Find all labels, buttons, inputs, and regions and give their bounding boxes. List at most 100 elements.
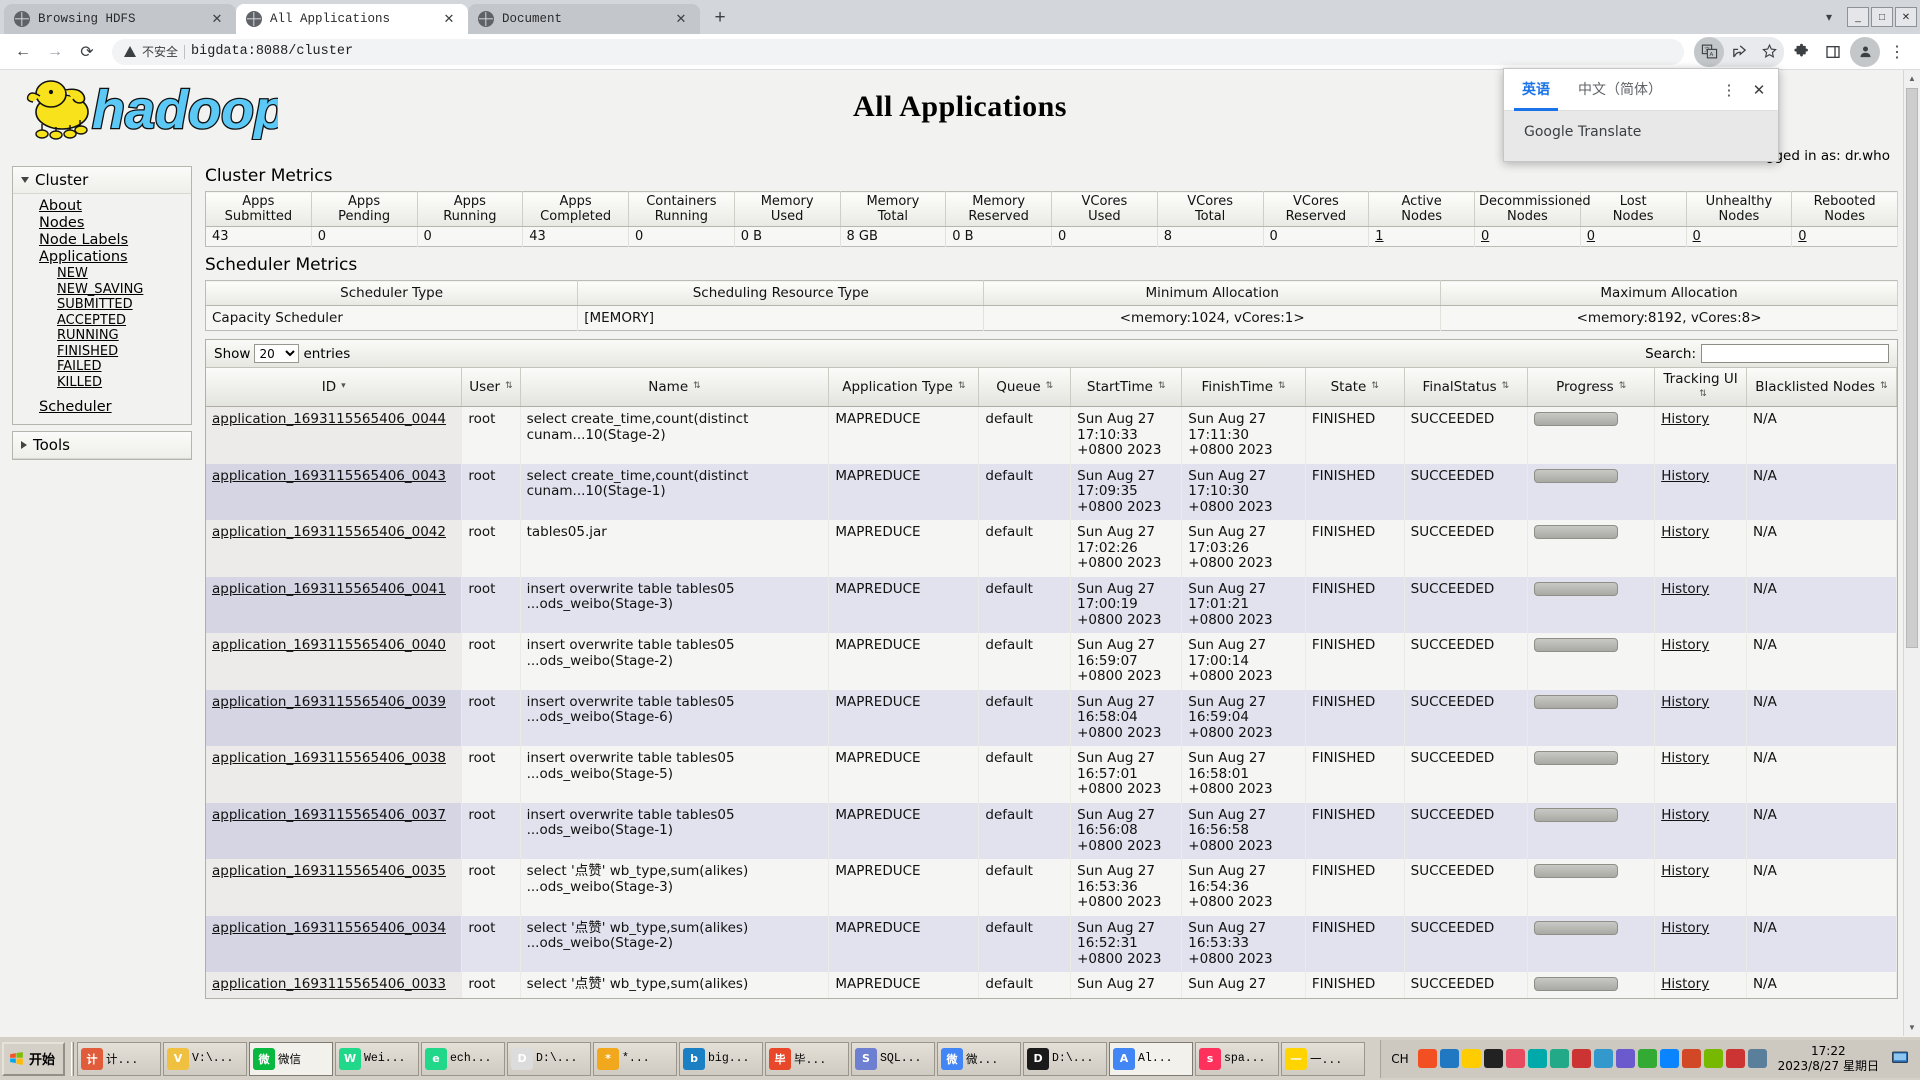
history-link[interactable]: History (1661, 976, 1709, 992)
sidebar-item-node-labels[interactable]: Node Labels (13, 232, 191, 249)
application-id-link[interactable]: application_1693115565406_0042 (212, 524, 446, 540)
col-state[interactable]: State⇅ (1305, 368, 1404, 407)
sidebar-cluster-header[interactable]: Cluster (13, 167, 191, 194)
application-id-link[interactable]: application_1693115565406_0033 (212, 976, 446, 992)
taskbar-item-1[interactable]: VV:\... (163, 1042, 247, 1076)
translate-options-menu-icon[interactable]: ⋮ (1714, 69, 1744, 111)
start-button[interactable]: 开始 (2, 1042, 65, 1076)
metric-link[interactable]: 1 (1375, 229, 1383, 244)
nvidia-icon[interactable] (1704, 1049, 1723, 1068)
taskbar-item-6[interactable]: **... (593, 1042, 677, 1076)
col-tracking-ui[interactable]: Tracking UI⇅ (1655, 368, 1747, 407)
close-icon[interactable]: ✕ (672, 10, 690, 28)
sidebar-item-new[interactable]: NEW (13, 266, 191, 282)
taskbar-item-2[interactable]: 微微信 (249, 1042, 333, 1076)
share-icon[interactable] (1724, 37, 1754, 67)
col-user[interactable]: User⇅ (462, 368, 520, 407)
history-link[interactable]: History (1661, 581, 1709, 597)
application-id-link[interactable]: application_1693115565406_0044 (212, 411, 446, 427)
sidebar-item-scheduler[interactable]: Scheduler (13, 399, 191, 416)
taskbar-item-7[interactable]: bbig... (679, 1042, 763, 1076)
search-input[interactable] (1701, 344, 1889, 363)
history-link[interactable]: History (1661, 468, 1709, 484)
extensions-puzzle-icon[interactable] (1786, 37, 1816, 67)
close-window-button[interactable]: ✕ (1895, 7, 1917, 27)
new-tab-button[interactable]: + (706, 4, 734, 32)
music-note-icon[interactable] (1462, 1049, 1481, 1068)
taskbar-item-14[interactable]: 一一... (1281, 1042, 1365, 1076)
metric-link[interactable]: 0 (1693, 229, 1701, 244)
reload-icon[interactable]: ⟳ (72, 37, 102, 67)
taskbar-item-0[interactable]: 计计... (77, 1042, 161, 1076)
cell-lost-nodes[interactable]: 0 (1580, 227, 1686, 247)
ime-indicator[interactable]: CH (1385, 1052, 1414, 1066)
qq-penguin-icon[interactable] (1484, 1049, 1503, 1068)
history-link[interactable]: History (1661, 750, 1709, 766)
taskbar-item-10[interactable]: 微微... (937, 1042, 1021, 1076)
cloud-icon[interactable] (1660, 1049, 1679, 1068)
forward-arrow-icon[interactable]: → (40, 37, 70, 67)
history-link[interactable]: History (1661, 694, 1709, 710)
application-id-link[interactable]: application_1693115565406_0034 (212, 920, 446, 936)
clock[interactable]: 17:22 2023/8/27 星期日 (1770, 1044, 1887, 1074)
metric-link[interactable]: 0 (1481, 229, 1489, 244)
cell-active-nodes[interactable]: 1 (1369, 227, 1475, 247)
taskbar-item-12[interactable]: AAl... (1109, 1042, 1193, 1076)
cell-unhealthy-nodes[interactable]: 0 (1686, 227, 1792, 247)
chrome-menu-icon[interactable]: ⋮ (1882, 37, 1912, 67)
metric-link[interactable]: 0 (1587, 229, 1595, 244)
back-arrow-icon[interactable]: ← (8, 37, 38, 67)
taskbar-item-5[interactable]: DD:\... (507, 1042, 591, 1076)
sogou-ime-icon[interactable] (1418, 1049, 1437, 1068)
taskbar-item-3[interactable]: WWei... (335, 1042, 419, 1076)
application-id-link[interactable]: application_1693115565406_0041 (212, 581, 446, 597)
browser-tab-2[interactable]: Document ✕ (468, 4, 700, 34)
col-progress[interactable]: Progress⇅ (1528, 368, 1655, 407)
col-starttime[interactable]: StartTime⇅ (1071, 368, 1182, 407)
show-desktop-button[interactable] (1890, 1049, 1912, 1069)
tab-list-chevron-icon[interactable]: ▾ (1812, 10, 1846, 24)
qq-penguin-icon[interactable] (1528, 1049, 1547, 1068)
window-share-icon[interactable] (1594, 1049, 1613, 1068)
bookmark-star-icon[interactable] (1754, 37, 1784, 67)
application-id-link[interactable]: application_1693115565406_0038 (212, 750, 446, 766)
page-scrollbar[interactable]: ▲ ▼ (1903, 70, 1920, 1036)
qq-penguin-icon[interactable] (1506, 1049, 1525, 1068)
close-icon[interactable]: ✕ (1744, 69, 1774, 111)
col-finalstatus[interactable]: FinalStatus⇅ (1404, 368, 1528, 407)
qq-penguin-icon[interactable] (1550, 1049, 1569, 1068)
col-finishtime[interactable]: FinishTime⇅ (1182, 368, 1306, 407)
application-id-link[interactable]: application_1693115565406_0040 (212, 637, 446, 653)
tencent-shield-icon[interactable] (1440, 1049, 1459, 1068)
translate-icon[interactable]: 文A (1694, 37, 1724, 67)
scrollbar-thumb[interactable] (1906, 88, 1918, 648)
history-link[interactable]: History (1661, 807, 1709, 823)
sidebar-item-accepted[interactable]: ACCEPTED (13, 313, 191, 329)
taskbar-item-9[interactable]: SSQL... (851, 1042, 935, 1076)
taskbar-item-11[interactable]: DD:\... (1023, 1042, 1107, 1076)
col-name[interactable]: Name⇅ (520, 368, 829, 407)
translate-source-language-tab[interactable]: 英语 (1508, 69, 1564, 111)
flower-icon[interactable] (1616, 1049, 1635, 1068)
taskbar-item-8[interactable]: 毕毕... (765, 1042, 849, 1076)
metric-link[interactable]: 0 (1798, 229, 1806, 244)
cell-rebooted-nodes[interactable]: 0 (1792, 227, 1898, 247)
sidebar-item-applications[interactable]: Applications (13, 249, 191, 266)
sidebar-item-running[interactable]: RUNNING (13, 328, 191, 344)
browser-tab-0[interactable]: Browsing HDFS ✕ (4, 4, 236, 34)
col-id[interactable]: ID▾ (206, 368, 462, 407)
close-icon[interactable]: ✕ (440, 10, 458, 28)
history-link[interactable]: History (1661, 863, 1709, 879)
volume-muted-icon[interactable] (1726, 1049, 1745, 1068)
qq-penguin-icon[interactable] (1572, 1049, 1591, 1068)
sidebar-item-failed[interactable]: FAILED (13, 359, 191, 375)
sidebar-item-submitted[interactable]: SUBMITTED (13, 297, 191, 313)
sidebar-item-finished[interactable]: FINISHED (13, 344, 191, 360)
application-id-link[interactable]: application_1693115565406_0037 (212, 807, 446, 823)
close-icon[interactable]: ✕ (208, 10, 226, 28)
col-queue[interactable]: Queue⇅ (979, 368, 1071, 407)
translate-target-language-tab[interactable]: 中文（简体） (1564, 69, 1676, 111)
scroll-down-arrow-icon[interactable]: ▼ (1904, 1019, 1920, 1036)
sidebar-item-nodes[interactable]: Nodes (13, 215, 191, 232)
application-id-link[interactable]: application_1693115565406_0039 (212, 694, 446, 710)
